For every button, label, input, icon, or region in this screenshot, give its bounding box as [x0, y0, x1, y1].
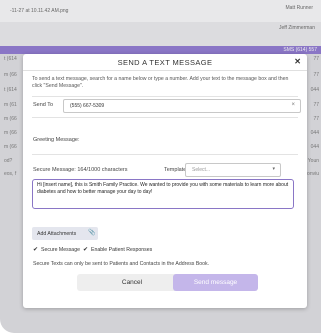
close-icon[interactable]: ✕ [294, 57, 301, 66]
checkmark-icon: ✔ [83, 247, 89, 253]
add-attachments-button[interactable]: Add Attachments 📎 [32, 227, 98, 240]
send-to-value: (555) 667-5309 [70, 103, 105, 109]
background-right-row: 77 [313, 102, 319, 108]
cancel-button[interactable]: Cancel [77, 274, 187, 291]
instructions-text: To send a text message, search for a nam… [32, 76, 289, 89]
chevron-down-icon: ▾ [272, 166, 275, 172]
send-to-input[interactable]: (555) 667-5309 × [63, 99, 301, 113]
background-left-row: m (66 [4, 130, 17, 136]
templates-placeholder: Select... [192, 167, 211, 173]
notice-text: Secure Texts can only be sent to Patient… [33, 261, 210, 267]
divider [32, 117, 298, 118]
background-topbar: -11-27 at 10.11.42 AM.png Matt Runner [0, 0, 321, 22]
background-left-row: od? [4, 158, 13, 164]
send-to-label: Send To [33, 102, 54, 108]
background-right-row: 044 [310, 144, 319, 150]
background-highlight-row: SMS (614) 557 [0, 46, 321, 54]
background-right-row: 77 [313, 116, 319, 122]
secure-message-label: Secure Message: 164/1000 characters [33, 167, 128, 173]
background-right-row: 044 [310, 87, 319, 93]
divider [32, 96, 298, 97]
background-left-row: m (66 [4, 72, 17, 78]
background-left-row: m (61 [4, 102, 17, 108]
background-left-row: m (66 [4, 116, 17, 122]
background-right-row: 77 [313, 72, 319, 78]
background-subheader: Jeff Zimmerman [0, 22, 321, 46]
background-left-row: t (614 [4, 87, 17, 93]
background-left-row: t (614 [4, 56, 17, 62]
paperclip-icon: 📎 [88, 230, 96, 236]
message-text: Hi [insert name], this is Smith Family P… [37, 182, 289, 195]
background-left-row: m (66 [4, 144, 17, 150]
background-right-row: Youn [307, 158, 319, 164]
background-right-row: 77 [313, 56, 319, 62]
modal-header: SEND A TEXT MESSAGE ✕ [23, 54, 307, 71]
background-sub-name: Jeff Zimmerman [278, 25, 315, 31]
secure-message-checkbox-label: Secure Message [41, 246, 80, 253]
enable-responses-checkbox-label: Enable Patient Responses [91, 246, 153, 253]
checkmark-icon: ✔ [33, 247, 39, 253]
background-right-row: onviu [307, 171, 319, 177]
background-left-row: eos, f [4, 171, 17, 177]
divider [32, 154, 298, 155]
background-highlight-text: SMS (614) 557 [283, 47, 317, 53]
background-filename: -11-27 at 10.11.42 AM.png [10, 8, 69, 14]
templates-select[interactable]: Select... ▾ [185, 163, 281, 177]
message-textarea[interactable]: Hi [insert name], this is Smith Family P… [32, 179, 294, 209]
clear-icon[interactable]: × [291, 102, 295, 108]
greeting-label: Greeting Message: [33, 137, 80, 143]
add-attachments-label: Add Attachments [37, 230, 77, 237]
secure-message-checkbox[interactable]: ✔ Secure Message [33, 246, 80, 254]
modal-title: SEND A TEXT MESSAGE [117, 58, 213, 67]
background-right-row: 044 [310, 130, 319, 136]
send-message-button[interactable]: Send message [173, 274, 258, 291]
enable-responses-checkbox[interactable]: ✔ Enable Patient Responses [83, 246, 153, 254]
background-user-name: Matt Runner [285, 5, 313, 11]
